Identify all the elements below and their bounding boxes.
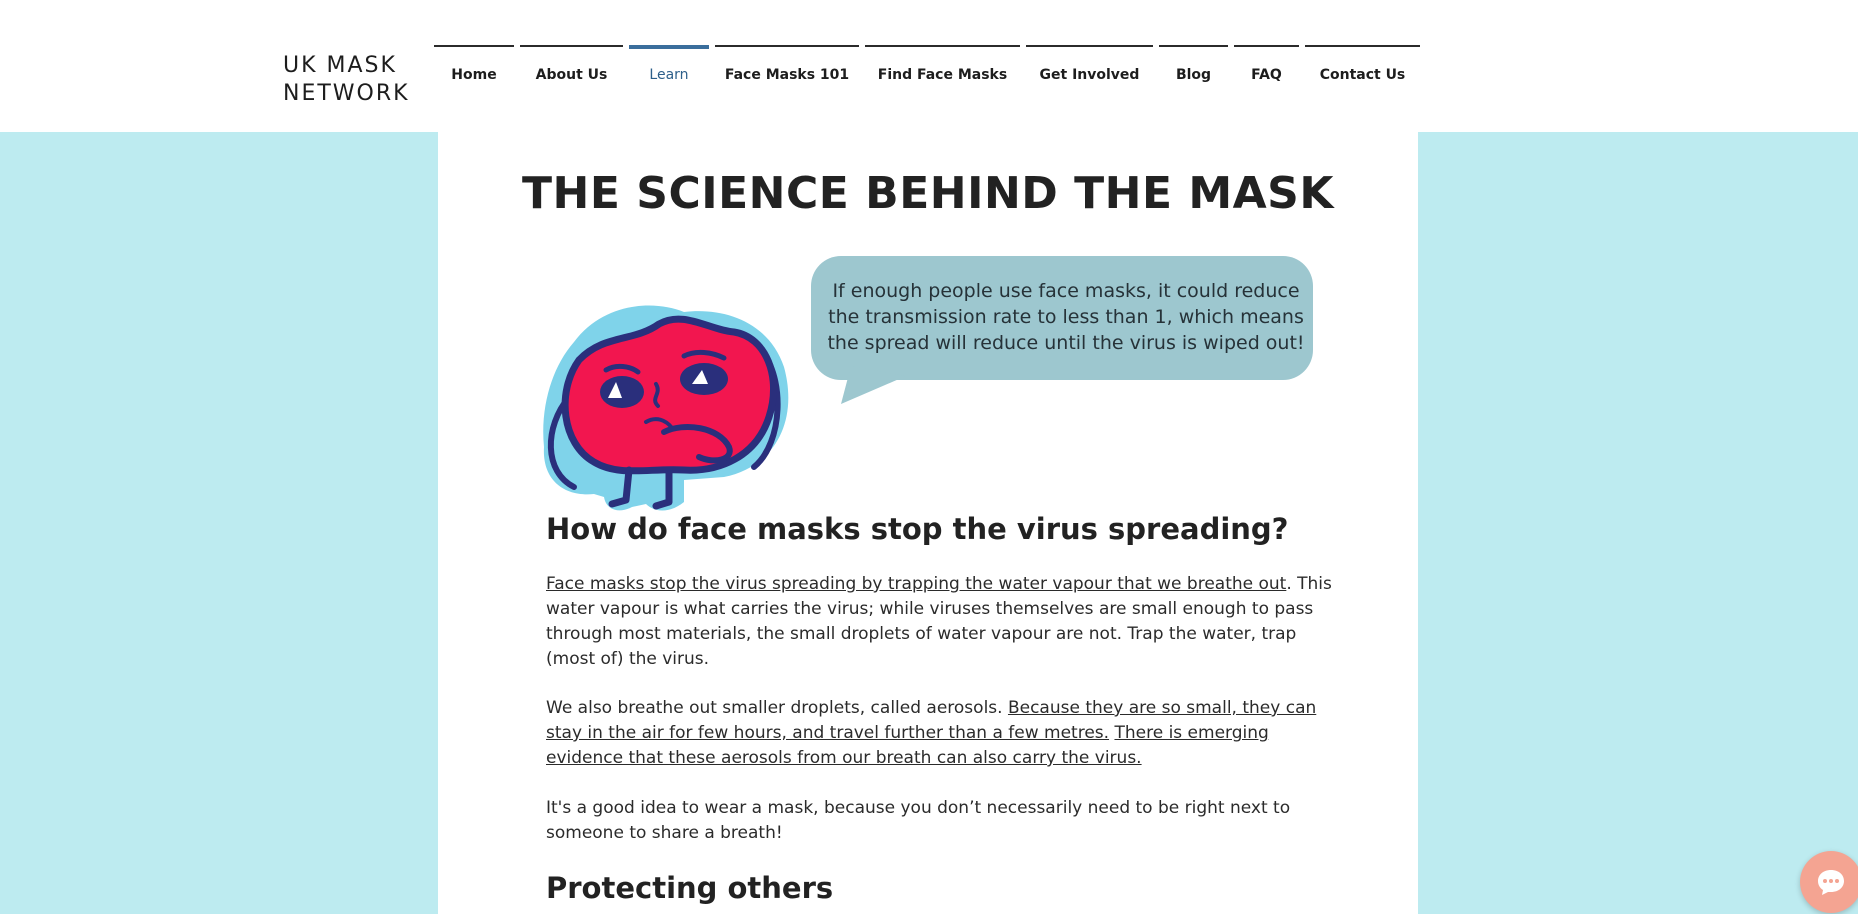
paragraph-aerosols: We also breathe out smaller droplets, ca… bbox=[546, 696, 1338, 771]
nav-face-masks-101[interactable]: Face Masks 101 bbox=[715, 45, 859, 105]
link-trapping-vapour[interactable]: Face masks stop the virus spreading by t… bbox=[546, 574, 1286, 594]
page-title: THE SCIENCE BEHIND THE MASK bbox=[522, 168, 1334, 219]
content-panel: THE SCIENCE BEHIND THE MASK If enough pe… bbox=[438, 132, 1418, 914]
site-header: UK MASK NETWORK Home About Us Learn Face… bbox=[0, 0, 1858, 132]
nav-blog[interactable]: Blog bbox=[1159, 45, 1228, 105]
section-heading-protecting: Protecting others bbox=[546, 871, 834, 905]
nav-learn[interactable]: Learn bbox=[629, 45, 709, 105]
nav-home[interactable]: Home bbox=[434, 45, 514, 105]
mask-character-illustration bbox=[534, 282, 794, 522]
logo-line-2: NETWORK bbox=[283, 81, 410, 106]
speech-bubble: If enough people use face masks, it coul… bbox=[811, 256, 1313, 404]
nav-contact-us[interactable]: Contact Us bbox=[1305, 45, 1420, 105]
main-nav: Home About Us Learn Face Masks 101 Find … bbox=[434, 45, 1426, 105]
nav-find-face-masks[interactable]: Find Face Masks bbox=[865, 45, 1020, 105]
nav-faq[interactable]: FAQ bbox=[1234, 45, 1299, 105]
paragraph-share-breath: It's a good idea to wear a mask, because… bbox=[546, 798, 1291, 843]
section-heading-how: How do face masks stop the virus spreadi… bbox=[546, 512, 1289, 546]
nav-about-us[interactable]: About Us bbox=[520, 45, 623, 105]
chat-button[interactable] bbox=[1800, 851, 1858, 913]
nav-get-involved[interactable]: Get Involved bbox=[1026, 45, 1153, 105]
paragraph-text: We also breathe out smaller droplets, ca… bbox=[546, 698, 1008, 718]
speech-bubble-text: If enough people use face masks, it coul… bbox=[827, 280, 1305, 354]
chat-bubble-icon bbox=[1818, 870, 1844, 895]
site-logo[interactable]: UK MASK NETWORK bbox=[283, 52, 410, 108]
paragraph-how-masks-work: Face masks stop the virus spreading by t… bbox=[546, 572, 1338, 672]
logo-line-1: UK MASK bbox=[283, 53, 397, 78]
